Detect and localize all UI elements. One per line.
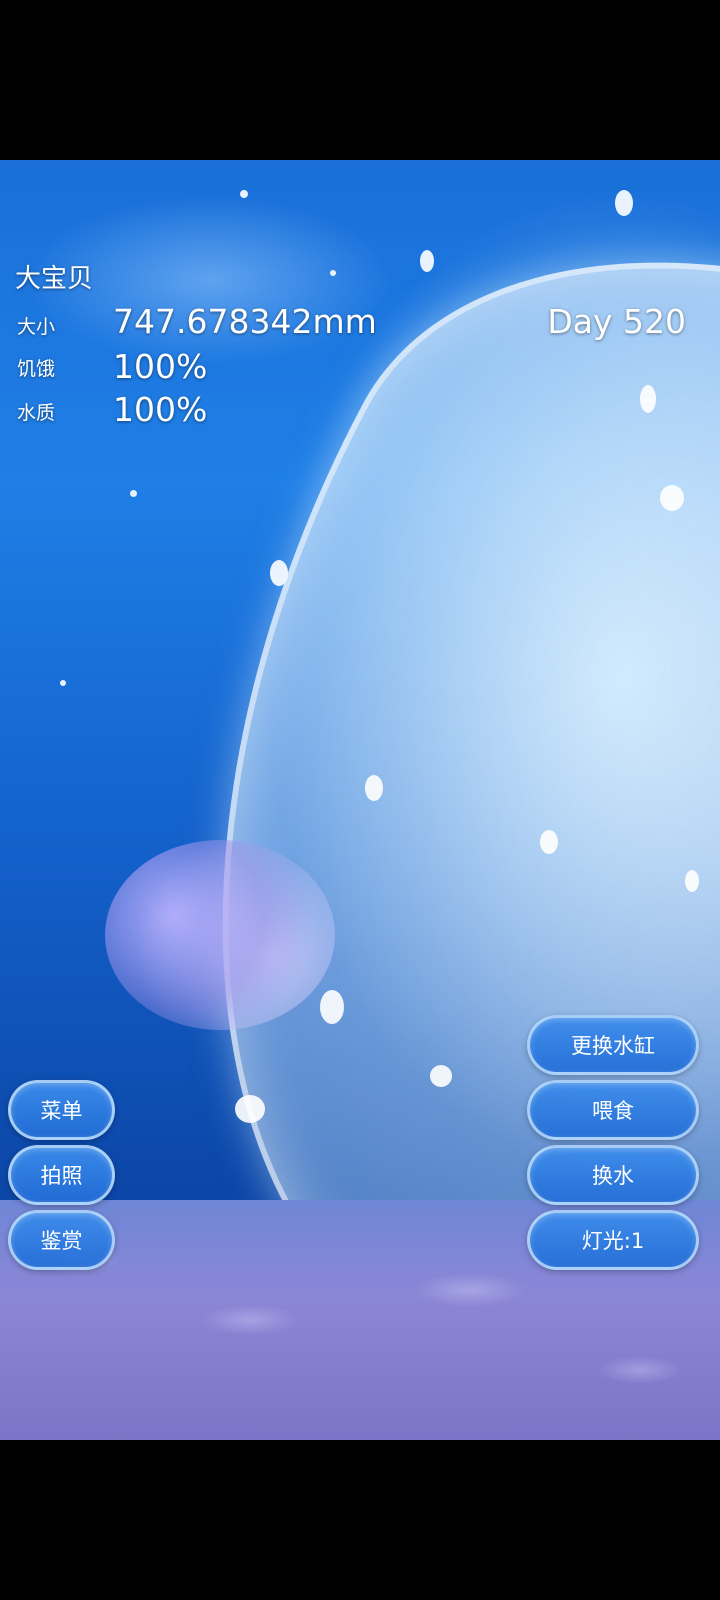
- gallery-button[interactable]: 鉴赏: [8, 1210, 115, 1270]
- size-label: 大小: [17, 316, 56, 338]
- feed-button[interactable]: 喂食: [527, 1080, 699, 1140]
- menu-button[interactable]: 菜单: [8, 1080, 115, 1140]
- water-quality-label: 水质: [17, 402, 56, 424]
- hunger-value: 100%: [113, 347, 208, 386]
- hunger-label: 饥饿: [17, 358, 56, 380]
- hud-overlay: 大宝贝 大小 747.678342mm 饥饿 100% 水质 100% Day …: [0, 160, 720, 1440]
- size-value: 747.678342mm: [113, 302, 377, 341]
- photo-button[interactable]: 拍照: [8, 1145, 115, 1205]
- day-counter: Day 520: [547, 302, 686, 341]
- change-water-button[interactable]: 换水: [527, 1145, 699, 1205]
- pet-name: 大宝贝: [15, 264, 94, 294]
- change-tank-button[interactable]: 更换水缸: [527, 1015, 699, 1075]
- light-button[interactable]: 灯光:1: [527, 1210, 699, 1270]
- game-screen: 大宝贝 大小 747.678342mm 饥饿 100% 水质 100% Day …: [0, 0, 720, 1600]
- water-quality-value: 100%: [113, 390, 208, 429]
